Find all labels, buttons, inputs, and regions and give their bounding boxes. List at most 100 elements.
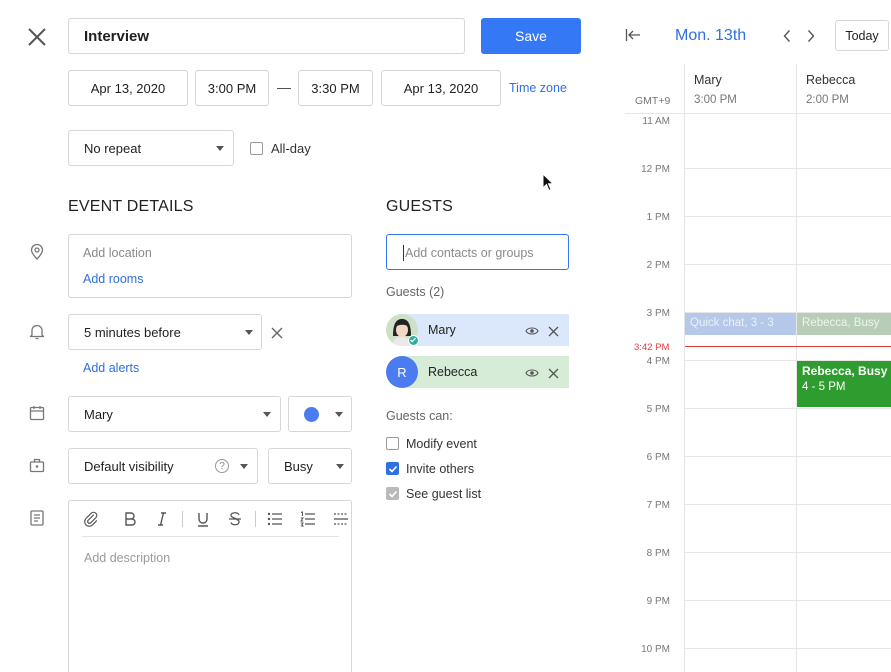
title-input[interactable]: Interview (68, 18, 465, 54)
guest-name: Rebecca (428, 365, 478, 379)
visibility-select[interactable]: Default visibility ? (68, 448, 258, 484)
current-time-line (685, 346, 891, 347)
busy-select[interactable]: Busy (268, 448, 352, 484)
bullet-list-icon[interactable] (266, 510, 284, 528)
event-title: Rebecca, Busy (802, 364, 888, 378)
italic-icon[interactable] (153, 510, 171, 528)
column-name-rebecca: Rebecca (806, 73, 856, 87)
calendar-event[interactable]: Rebecca, Busy (797, 313, 891, 335)
close-icon[interactable] (27, 27, 47, 47)
hour-label: 7 PM (646, 500, 670, 511)
remove-guest-icon[interactable] (548, 366, 559, 379)
chevron-down-icon (245, 330, 253, 335)
column-time-rebecca: 2:00 PM (806, 94, 849, 106)
lock-bag-icon (29, 457, 45, 473)
hour-line (685, 264, 891, 265)
numbered-list-icon[interactable] (299, 510, 317, 528)
column-time-mary: 3:00 PM (694, 94, 737, 106)
guest-name: Mary (428, 323, 456, 337)
hour-label: 11 AM (642, 116, 670, 127)
mouse-cursor-icon (542, 172, 556, 193)
divider-icon[interactable] (332, 510, 350, 528)
calendar-header-divider (684, 64, 685, 672)
hour-label: 5 PM (646, 404, 670, 415)
modify-event-checkbox[interactable] (386, 437, 399, 450)
see-guest-list-checkbox[interactable] (386, 487, 399, 500)
eye-icon[interactable] (525, 366, 539, 378)
current-time-label: 3:42 PM (634, 342, 670, 353)
header-bottom-line (625, 113, 891, 114)
allday-checkbox[interactable] (250, 142, 263, 155)
eye-icon[interactable] (525, 324, 539, 336)
description-input[interactable]: Add description (84, 551, 170, 565)
event-title: Rebecca, Busy (802, 317, 880, 329)
add-rooms-link[interactable]: Add rooms (83, 272, 143, 286)
event-time: 4 - 5 PM (802, 381, 846, 393)
calendar-event[interactable]: Rebecca, Busy 4 - 5 PM (797, 361, 891, 407)
collapse-panel-icon[interactable] (625, 28, 641, 42)
location-input[interactable]: Add location (83, 246, 152, 260)
remove-guest-icon[interactable] (548, 324, 559, 337)
underline-icon[interactable] (194, 510, 212, 528)
save-button[interactable]: Save (481, 18, 581, 54)
end-time-field[interactable]: 3:30 PM (298, 70, 373, 106)
start-time-field[interactable]: 3:00 PM (195, 70, 269, 106)
hour-line (685, 648, 891, 649)
calendar-date-title: Mon. 13th (675, 27, 747, 44)
hour-label: 4 PM (646, 356, 670, 367)
guest-row-rebecca[interactable]: R Rebecca (386, 356, 569, 388)
time-range-dash: — (277, 79, 291, 95)
calendar-select[interactable]: Mary (68, 396, 281, 432)
chevron-down-icon (335, 412, 343, 417)
visibility-value: Default visibility (84, 459, 174, 474)
hour-line (685, 504, 891, 505)
color-select[interactable] (288, 396, 352, 432)
chevron-left-icon[interactable] (782, 29, 792, 43)
chevron-right-icon[interactable] (806, 29, 816, 43)
help-icon[interactable]: ? (215, 459, 229, 473)
timezone-link[interactable]: Time zone (509, 81, 567, 95)
end-date-field[interactable]: Apr 13, 2020 (381, 70, 501, 106)
hour-label: 9 PM (646, 596, 670, 607)
calendar-icon (29, 405, 45, 421)
location-box: Add location Add rooms (68, 234, 352, 298)
hour-line (685, 168, 891, 169)
title-value: Interview (84, 28, 150, 45)
toolbar-divider (82, 536, 339, 537)
toolbar-separator (255, 511, 256, 527)
strikethrough-icon[interactable] (226, 510, 244, 528)
calendar-event[interactable]: Quick chat, 3 - 3 (685, 313, 796, 335)
chevron-down-icon (263, 412, 271, 417)
repeat-select[interactable]: No repeat (68, 130, 234, 166)
hour-line (685, 216, 891, 217)
remove-alert-icon[interactable] (271, 326, 283, 339)
allday-label: All-day (271, 141, 311, 156)
modify-event-label: Modify event (406, 437, 477, 451)
invite-others-checkbox[interactable] (386, 462, 399, 475)
calendar-value: Mary (84, 407, 113, 422)
event-details-heading: EVENT DETAILS (68, 198, 194, 215)
guest-row-mary[interactable]: Mary (386, 314, 569, 346)
hour-label: 12 PM (641, 164, 670, 175)
repeat-value: No repeat (84, 141, 142, 156)
document-icon (30, 510, 44, 526)
column-name-mary: Mary (694, 73, 722, 87)
add-alerts-link[interactable]: Add alerts (83, 361, 139, 375)
guests-heading: GUESTS (386, 198, 453, 215)
alert-select[interactable]: 5 minutes before (68, 314, 262, 350)
hour-line (685, 456, 891, 457)
invite-others-label: Invite others (406, 462, 475, 476)
hour-line (685, 552, 891, 553)
guest-count-label: Guests (2) (386, 285, 445, 299)
alert-value: 5 minutes before (84, 325, 181, 340)
avatar-rebecca: R (386, 356, 418, 388)
busy-value: Busy (284, 459, 313, 474)
hour-label: 10 PM (641, 644, 670, 655)
attach-icon[interactable] (82, 510, 100, 528)
see-guest-list-label: See guest list (406, 487, 482, 501)
guest-search-input[interactable]: Add contacts or groups (386, 234, 569, 270)
hour-label: 3 PM (646, 308, 670, 319)
today-button[interactable]: Today (835, 20, 889, 51)
bold-icon[interactable] (121, 510, 139, 528)
start-date-field[interactable]: Apr 13, 2020 (68, 70, 188, 106)
